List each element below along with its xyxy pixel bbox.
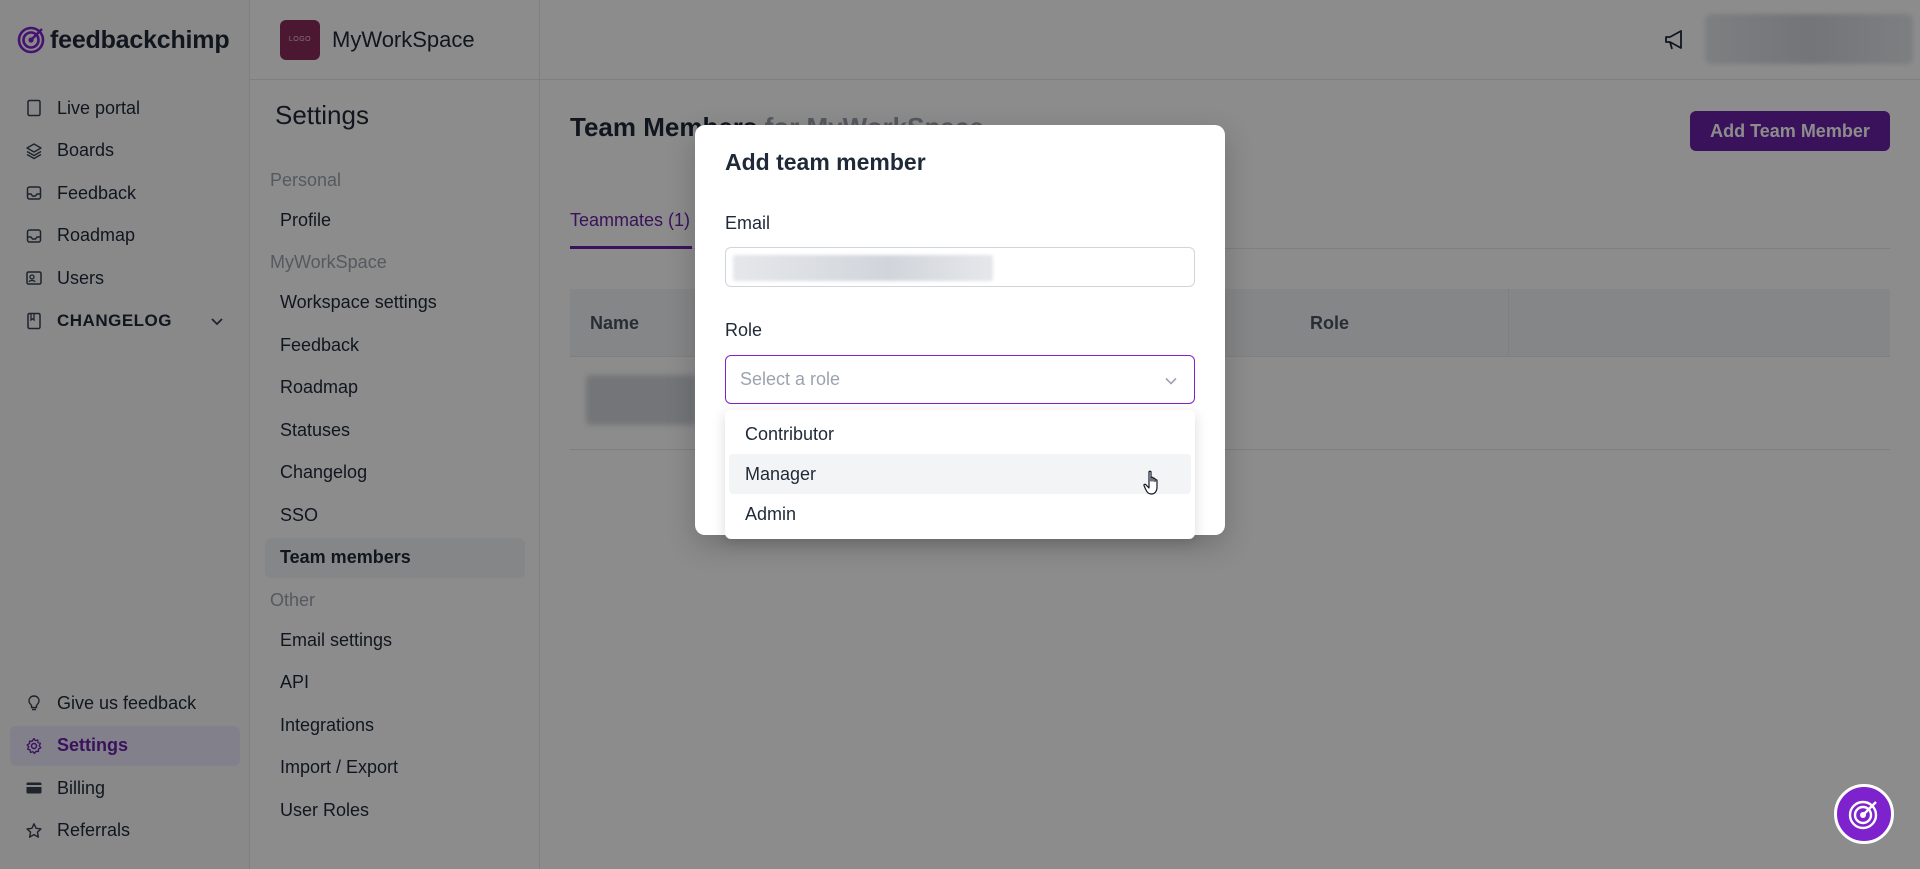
hand-cursor-icon bbox=[1143, 470, 1158, 495]
role-dropdown: Contributor Manager Admin bbox=[725, 410, 1195, 539]
role-option-manager[interactable]: Manager bbox=[729, 454, 1191, 494]
role-placeholder: Select a role bbox=[740, 369, 841, 389]
dialog-title: Add team member bbox=[725, 149, 926, 175]
target-icon bbox=[1848, 800, 1878, 830]
role-label: Role bbox=[725, 320, 763, 340]
role-select[interactable]: Select a role bbox=[725, 355, 1195, 404]
email-label: Email bbox=[725, 213, 771, 233]
email-value-redacted bbox=[733, 255, 993, 281]
chevron-down-icon bbox=[1165, 377, 1177, 385]
support-chat-button[interactable] bbox=[1834, 784, 1894, 844]
role-option-contributor[interactable]: Contributor bbox=[729, 414, 1191, 454]
role-option-admin[interactable]: Admin bbox=[729, 494, 1191, 534]
email-field[interactable] bbox=[725, 247, 1195, 287]
